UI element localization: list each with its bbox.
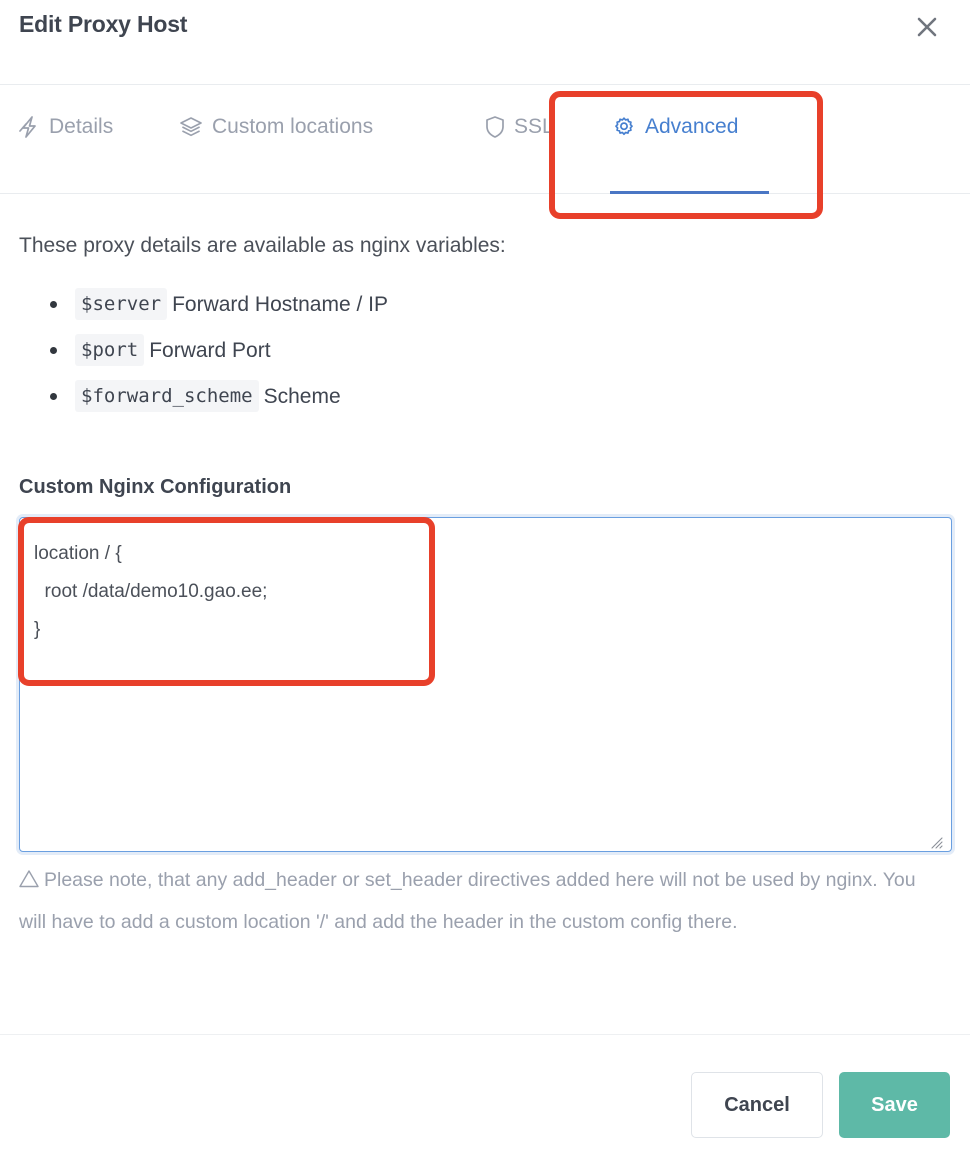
shield-icon (485, 115, 505, 139)
nginx-header-note-text: Please note, that any add_header or set_… (19, 869, 916, 933)
list-item: $forward_scheme Scheme (50, 373, 388, 419)
tab-ssl[interactable]: SSL (481, 107, 558, 147)
cancel-button[interactable]: Cancel (691, 1072, 823, 1138)
nginx-variables-list: $server Forward Hostname / IP $port Forwar… (19, 281, 388, 419)
edit-proxy-host-modal: Edit Proxy Host Details Custom locations… (0, 0, 970, 1162)
nginx-variables-intro: These proxy details are available as ngi… (19, 234, 506, 257)
variable-code: $forward_scheme (75, 380, 259, 413)
tab-details-label: Details (49, 115, 114, 138)
list-item: $port Forward Port (50, 327, 388, 373)
tab-custom-locations[interactable]: Custom locations (175, 107, 377, 147)
warning-triangle-icon (19, 862, 39, 902)
tab-advanced-label: Advanced (645, 115, 739, 138)
variable-description: Forward Hostname / IP (172, 292, 388, 316)
variable-code: $server (75, 288, 168, 321)
custom-nginx-config-label: Custom Nginx Configuration (19, 476, 292, 498)
modal-header: Edit Proxy Host (0, 0, 970, 85)
variable-code: $port (75, 334, 145, 367)
list-item: $server Forward Hostname / IP (50, 281, 388, 327)
nginx-header-note: Please note, that any add_header or set_… (19, 860, 944, 942)
page-title: Edit Proxy Host (19, 11, 188, 37)
tab-advanced[interactable]: Advanced (608, 107, 742, 147)
tab-custom-locations-label: Custom locations (212, 115, 374, 138)
variable-description: Forward Port (149, 338, 271, 362)
modal-body: These proxy details are available as ngi… (0, 194, 970, 1034)
tab-bar: Details Custom locations SSL Advanced (0, 85, 970, 194)
modal-footer: Cancel Save (0, 1034, 970, 1162)
variable-description: Scheme (263, 384, 341, 408)
close-icon[interactable] (910, 10, 944, 44)
tab-ssl-label: SSL (514, 115, 554, 138)
layers-icon (179, 115, 203, 139)
tab-details[interactable]: Details (14, 107, 117, 147)
gear-icon (612, 115, 636, 139)
save-button[interactable]: Save (839, 1072, 950, 1138)
custom-nginx-config-input[interactable] (19, 517, 952, 852)
lightning-bolt-icon (18, 115, 40, 139)
